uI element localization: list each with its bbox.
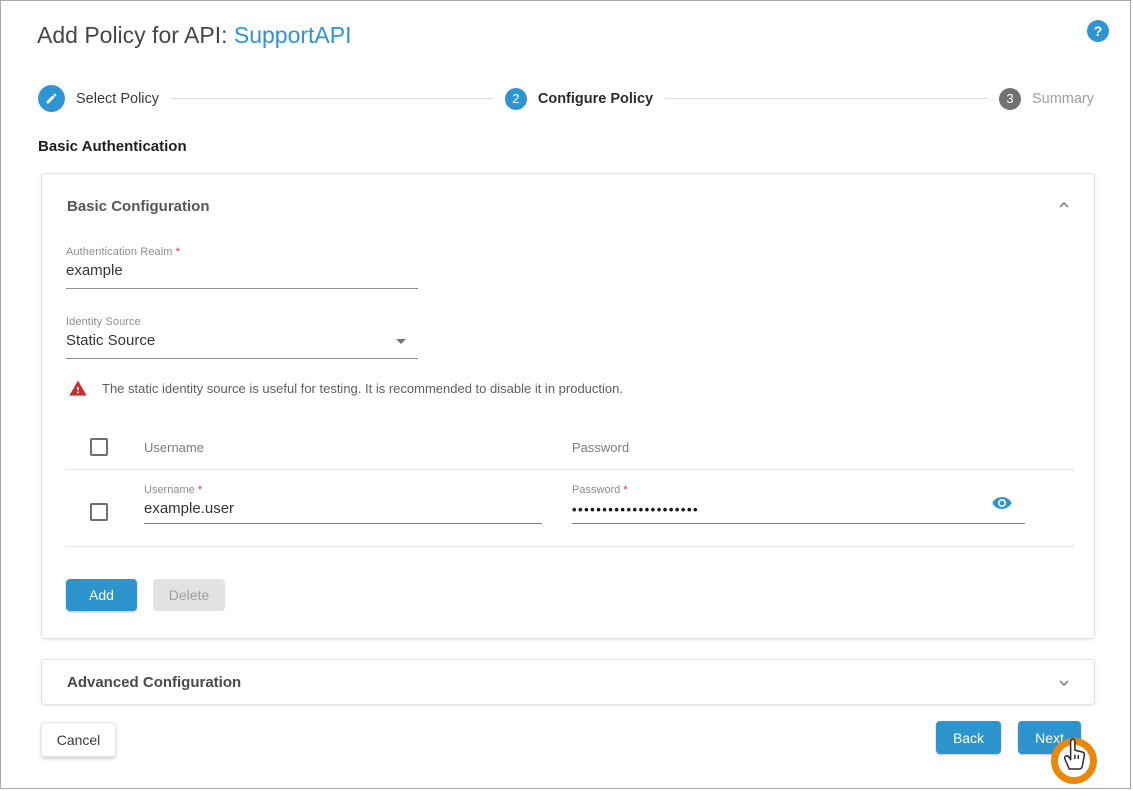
step3-circle: 3: [999, 88, 1021, 110]
advanced-configuration-title: Advanced Configuration: [67, 674, 241, 691]
identity-source-select[interactable]: Static Source: [66, 332, 418, 359]
required-asterisk: *: [176, 246, 180, 258]
basic-configuration-panel: Basic Configuration Authentication Realm…: [41, 173, 1095, 639]
step-select-policy[interactable]: Select Policy: [38, 85, 159, 112]
column-header-username: Username: [144, 440, 204, 455]
show-password-button[interactable]: [991, 492, 1015, 516]
auth-realm-input[interactable]: example: [66, 262, 418, 289]
wizard-stepper: Select Policy 2 Configure Policy 3 Summa…: [38, 85, 1094, 112]
column-header-password: Password: [572, 440, 629, 455]
auth-realm-label: Authentication Realm *: [66, 246, 418, 258]
warning-text: The static identity source is useful for…: [102, 381, 623, 396]
step-summary[interactable]: 3 Summary: [999, 88, 1094, 110]
stepper-connector: [171, 98, 493, 99]
step3-label: Summary: [1032, 91, 1094, 107]
page-title-prefix: Add Policy for API:: [37, 22, 234, 48]
step2-label: Configure Policy: [538, 91, 653, 107]
row-password-label: Password *: [572, 484, 628, 496]
step1-label: Select Policy: [76, 91, 159, 107]
cancel-button[interactable]: Cancel: [41, 722, 116, 757]
warning-icon: [68, 379, 88, 398]
back-button[interactable]: Back: [936, 721, 1001, 754]
username-input-underline: [144, 523, 542, 524]
expand-panel-button[interactable]: [1052, 671, 1076, 695]
hand-cursor-icon: [1059, 736, 1089, 777]
pencil-icon: [45, 92, 58, 105]
page-title: Add Policy for API: SupportAPI: [37, 22, 352, 49]
step1-circle: [38, 85, 65, 112]
add-button[interactable]: Add: [66, 579, 137, 611]
basic-configuration-title: Basic Configuration: [67, 198, 210, 215]
help-icon: ?: [1094, 23, 1103, 39]
add-policy-wizard: Add Policy for API: SupportAPI ? Select …: [0, 0, 1131, 789]
dropdown-arrow-icon[interactable]: [396, 339, 406, 344]
eye-icon: [991, 492, 1013, 514]
identity-source-field-group: Identity Source Static Source: [66, 316, 418, 359]
step3-number: 3: [1006, 91, 1013, 106]
chevron-down-icon: [1056, 675, 1072, 691]
required-asterisk: *: [198, 484, 202, 496]
row-username-input[interactable]: example.user: [144, 500, 234, 517]
table-divider: [66, 469, 1074, 470]
password-input-underline: [572, 523, 1025, 524]
select-all-checkbox[interactable]: [90, 438, 108, 456]
policy-type-title: Basic Authentication: [38, 138, 187, 155]
table-divider: [66, 546, 1074, 547]
row-checkbox[interactable]: [90, 503, 108, 521]
row-password-input[interactable]: •••••••••••••••••••••: [572, 502, 699, 517]
api-name: SupportAPI: [234, 22, 352, 48]
chevron-up-icon: [1056, 197, 1072, 213]
identity-source-label: Identity Source: [66, 316, 418, 328]
stepper-connector: [665, 98, 987, 99]
collapse-panel-button[interactable]: [1052, 193, 1076, 217]
help-button[interactable]: ?: [1087, 20, 1109, 42]
static-source-warning: The static identity source is useful for…: [68, 379, 623, 398]
auth-realm-field-group: Authentication Realm * example: [66, 246, 418, 289]
advanced-configuration-panel[interactable]: Advanced Configuration: [41, 659, 1095, 705]
delete-button[interactable]: Delete: [153, 579, 225, 611]
row-username-label: Username *: [144, 484, 202, 496]
step2-circle: 2: [505, 88, 527, 110]
step2-number: 2: [512, 91, 519, 106]
step-configure-policy[interactable]: 2 Configure Policy: [505, 88, 653, 110]
required-asterisk: *: [623, 484, 627, 496]
